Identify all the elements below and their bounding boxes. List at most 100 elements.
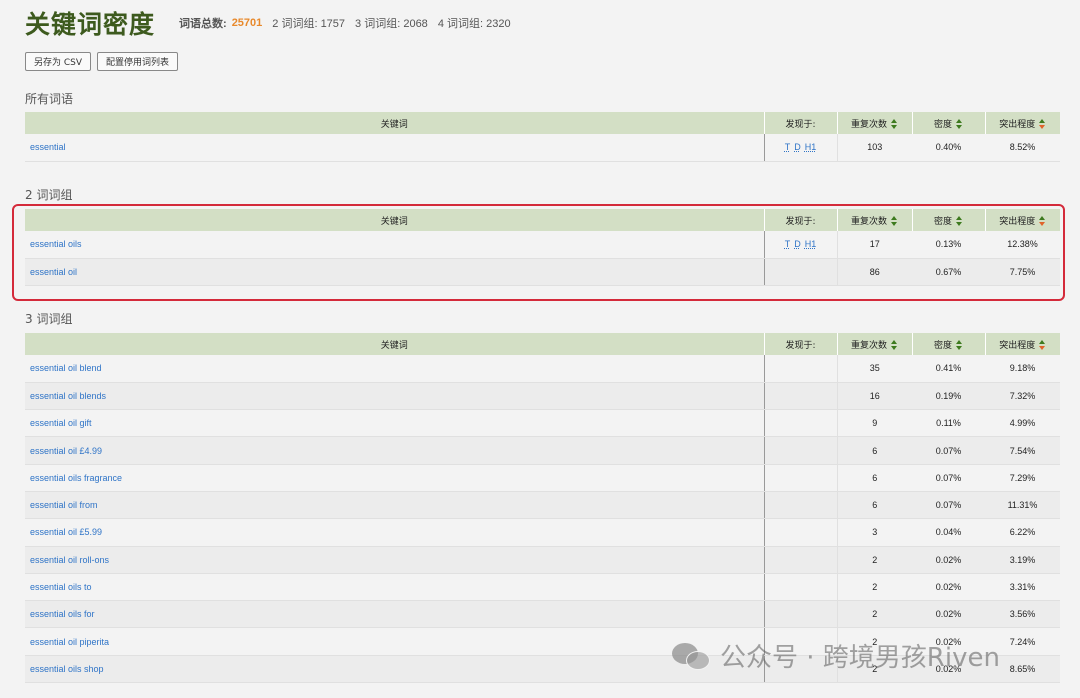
- column-header-repeats-label: 重复次数: [850, 216, 887, 227]
- prominence-cell: 12.38%: [985, 231, 1060, 259]
- table-row: essential oil gift 9 0.11% 4.99%: [25, 409, 1060, 438]
- keyword-cell: essential oil £4.99: [25, 436, 765, 465]
- column-header-repeats[interactable]: 重复次数: [837, 333, 913, 355]
- prominence-cell: 3.19%: [985, 546, 1060, 574]
- table-row: essential oil 86 0.67% 7.75%: [25, 258, 1060, 287]
- table-row: essential oils T D H1 17 0.13% 12.38%: [25, 231, 1060, 259]
- table-row: essential oils to 2 0.02% 3.31%: [25, 573, 1060, 602]
- prominence-cell: 3.31%: [985, 573, 1060, 602]
- column-header-density-label: 密度: [933, 216, 952, 227]
- keyword-link[interactable]: essential oil £5.99: [30, 527, 102, 537]
- column-header-keyword: 关键词: [25, 333, 765, 355]
- found-tag[interactable]: D: [794, 142, 801, 152]
- table-row: essential oil blends 16 0.19% 7.32%: [25, 382, 1060, 411]
- keyword-cell: essential oil blend: [25, 355, 765, 383]
- column-header-density[interactable]: 密度: [912, 333, 986, 355]
- sort-icon[interactable]: [891, 340, 898, 350]
- keyword-link[interactable]: essential oil roll-ons: [30, 555, 109, 565]
- column-header-density[interactable]: 密度: [912, 209, 986, 231]
- column-header-keyword: 关键词: [25, 112, 765, 134]
- keyword-link[interactable]: essential oils for: [30, 609, 95, 619]
- column-header-prominence[interactable]: 突出程度: [985, 333, 1060, 355]
- config-stopwords-button[interactable]: 配置停用词列表: [97, 52, 179, 71]
- column-header-repeats[interactable]: 重复次数: [837, 112, 913, 134]
- column-header-density[interactable]: 密度: [912, 112, 986, 134]
- keyword-link[interactable]: essential oils: [30, 239, 82, 249]
- column-header-found: 发现于:: [764, 112, 838, 134]
- table-header-row: 关键词 发现于: 重复次数 密度 突出程度: [25, 209, 1060, 231]
- sort-icon[interactable]: [956, 119, 963, 129]
- repeat-count-cell: 6: [837, 464, 912, 492]
- density-cell: 0.02%: [912, 600, 985, 629]
- prominence-cell: 9.18%: [985, 355, 1060, 383]
- total-words-value: 25701: [231, 17, 263, 29]
- table-row: essential oil £5.99 3 0.04% 6.22%: [25, 518, 1060, 547]
- keyword-link[interactable]: essential oil from: [30, 500, 98, 510]
- keyword-link[interactable]: essential oil blends: [30, 391, 106, 401]
- found-tag[interactable]: T: [785, 142, 791, 152]
- prominence-cell: 7.29%: [985, 464, 1060, 492]
- sort-icon[interactable]: [1039, 216, 1046, 226]
- found-tag[interactable]: T: [785, 239, 791, 249]
- found-in-cell: [764, 258, 838, 287]
- column-header-prominence-label: 突出程度: [999, 119, 1036, 130]
- keyword-cell: essential oil piperita: [25, 627, 765, 656]
- prominence-cell: 7.75%: [985, 258, 1060, 287]
- found-tag[interactable]: D: [794, 239, 801, 249]
- found-in-cell: [764, 464, 838, 492]
- prominence-cell: 11.31%: [985, 491, 1060, 520]
- column-header-prominence[interactable]: 突出程度: [985, 209, 1060, 231]
- column-header-prominence[interactable]: 突出程度: [985, 112, 1060, 134]
- sort-icon[interactable]: [956, 340, 963, 350]
- keyword-link[interactable]: essential oil gift: [30, 418, 92, 428]
- repeat-count-cell: 35: [837, 355, 912, 383]
- repeat-count-cell: 2: [837, 546, 912, 574]
- keyword-link[interactable]: essential oil blend: [30, 363, 102, 373]
- density-cell: 0.41%: [912, 355, 985, 383]
- save-csv-button[interactable]: 另存为 CSV: [25, 52, 92, 71]
- four-word-count: 4 词词组: 2320: [437, 18, 511, 30]
- keyword-cell: essential oil blends: [25, 382, 765, 411]
- column-header-found: 发现于:: [764, 209, 838, 231]
- repeat-count-cell: 6: [837, 491, 912, 520]
- found-tag[interactable]: H1: [805, 142, 817, 152]
- section-title-two: 2 词词组: [25, 188, 73, 202]
- column-header-density-label: 密度: [933, 340, 952, 351]
- keyword-cell: essential: [25, 134, 765, 162]
- found-in-cell: [764, 409, 838, 438]
- sort-icon[interactable]: [891, 216, 898, 226]
- keyword-cell: essential oils for: [25, 600, 765, 629]
- found-tag[interactable]: H1: [805, 239, 817, 249]
- keyword-link[interactable]: essential oil piperita: [30, 637, 109, 647]
- three-word-count: 3 词词组: 2068: [355, 18, 428, 30]
- prominence-cell: 4.99%: [985, 409, 1060, 438]
- toolbar: 另存为 CSV 配置停用词列表: [25, 52, 179, 71]
- sort-icon[interactable]: [1039, 119, 1046, 129]
- sort-icon[interactable]: [891, 119, 898, 129]
- keyword-cell: essential oil £5.99: [25, 518, 765, 547]
- repeat-count-cell: 16: [837, 382, 912, 411]
- sort-icon[interactable]: [1039, 340, 1046, 350]
- column-header-repeats[interactable]: 重复次数: [837, 209, 913, 231]
- found-in-cell: [764, 600, 838, 629]
- keyword-link[interactable]: essential oils to: [30, 582, 92, 592]
- wechat-icon: [672, 641, 712, 671]
- table-row: essential oils fragrance 6 0.07% 7.29%: [25, 464, 1060, 492]
- column-header-prominence-label: 突出程度: [999, 216, 1036, 227]
- sort-icon[interactable]: [956, 216, 963, 226]
- column-header-found-label: 发现于:: [785, 340, 816, 351]
- keyword-link[interactable]: essential oils shop: [30, 664, 104, 674]
- keyword-link[interactable]: essential oil £4.99: [30, 446, 102, 456]
- keyword-link[interactable]: essential oil: [30, 267, 77, 277]
- keyword-link[interactable]: essential oils fragrance: [30, 473, 122, 483]
- keyword-link[interactable]: essential: [30, 142, 66, 152]
- found-in-cell: [764, 436, 838, 465]
- column-header-keyword-label: 关键词: [380, 340, 408, 351]
- repeat-count-cell: 2: [837, 600, 912, 629]
- table-all-words: 关键词 发现于: 重复次数 密度 突出程度 essential T D H1 103 0.40% 8.…: [25, 112, 1060, 162]
- repeat-count-cell: 86: [837, 258, 912, 287]
- found-in-cell: [764, 573, 838, 602]
- keyword-cell: essential oils fragrance: [25, 464, 765, 492]
- density-cell: 0.13%: [912, 231, 985, 259]
- keyword-cell: essential oils shop: [25, 655, 765, 684]
